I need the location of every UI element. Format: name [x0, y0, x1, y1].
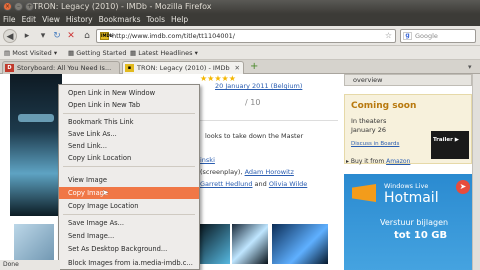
minimize-window-icon[interactable]: – — [14, 2, 23, 11]
window-controls: × – + — [3, 2, 34, 11]
imdb-favicon-icon: IMDb — [100, 32, 113, 40]
photo-thumbnail[interactable] — [232, 224, 268, 264]
menu-open-link-new-window[interactable]: Open Link in New Window — [59, 87, 199, 99]
coming-soon-box: Coming soon In theaters January 26 Discu… — [344, 94, 472, 164]
hotmail-ad[interactable]: Windows Live Hotmail Verstuur bijlagen t… — [344, 174, 472, 270]
ad-product: Hotmail — [384, 190, 439, 206]
menu-set-desktop-background[interactable]: Set As Desktop Background... — [59, 243, 199, 255]
bookmark-getting-started[interactable]: ▦ Getting Started — [68, 46, 126, 60]
writer-link[interactable]: Adam Horowitz — [245, 168, 294, 176]
tab-strip: D Storyboard: All You Need Is... ▪ TRON:… — [0, 60, 480, 74]
writers-line: (screenplay), Adam Horowitz — [200, 168, 294, 176]
bookmark-most-visited[interactable]: ▤ Most Visited ▾ — [4, 46, 57, 60]
tab-list-icon[interactable]: ▾ — [468, 61, 472, 74]
rss-icon: ▦ — [130, 49, 139, 57]
tab-label: Storyboard: All You Need Is... — [17, 64, 112, 72]
buy-line: ▸ Buy it from Amazon — [346, 158, 411, 165]
reload-icon[interactable]: ↻ — [50, 29, 64, 43]
play-icon: ▶ — [454, 137, 459, 143]
menu-bookmarks[interactable]: Bookmarks — [99, 14, 141, 26]
bookmarks-toolbar: ▤ Most Visited ▾ ▦ Getting Started ▦ Lat… — [0, 46, 480, 60]
menu-file[interactable]: File — [3, 14, 16, 26]
coming-soon-date: January 26 — [351, 126, 386, 134]
director-line: inski — [200, 156, 215, 164]
dropdown-history-icon[interactable]: ▾ — [36, 29, 50, 43]
menu-block-images[interactable]: Block Images from ia.media-imdb.c... — [59, 257, 199, 269]
photo-thumbnail[interactable] — [272, 224, 328, 264]
menu-view[interactable]: View — [42, 14, 60, 26]
menu-history[interactable]: History — [66, 14, 93, 26]
imdb-tab-icon: ▪ — [125, 64, 134, 72]
ad-arrow-icon[interactable]: ➤ — [456, 180, 470, 194]
menu-separator — [63, 166, 195, 167]
coming-soon-line1: In theaters — [351, 117, 387, 125]
tab-label: TRON: Legacy (2010) - IMDb — [137, 64, 230, 72]
context-menu: Open Link in New Window Open Link in New… — [58, 84, 200, 270]
close-tab-icon[interactable]: ✕ — [235, 62, 240, 74]
vertical-scrollbar[interactable] — [472, 74, 480, 270]
stars-line: Garrett Hedlund and Olivia Wilde — [200, 180, 308, 188]
overview-dropdown[interactable]: overview — [344, 74, 472, 86]
release-date-link[interactable]: 20 January 2011 (Belgium) — [215, 82, 302, 90]
forward-button[interactable]: ▸ — [20, 29, 34, 43]
ad-line2: tot 10 GB — [394, 230, 448, 241]
window-title: TRON: Legacy (2010) - IMDb - Mozilla Fir… — [33, 2, 212, 11]
tab-storyboard[interactable]: D Storyboard: All You Need Is... — [2, 61, 120, 74]
close-window-icon[interactable]: × — [3, 2, 12, 11]
photo-thumbnail[interactable] — [200, 224, 230, 264]
discuss-link[interactable]: Discuss in Boards — [351, 141, 399, 147]
menu-view-image[interactable]: View Image — [59, 174, 199, 186]
site-favicon-icon: D — [5, 64, 14, 72]
menu-open-link-new-tab[interactable]: Open Link in New Tab — [59, 99, 199, 111]
new-tab-icon[interactable]: + — [250, 61, 258, 73]
menu-save-link-as[interactable]: Save Link As... — [59, 128, 199, 140]
google-icon: g — [403, 32, 412, 40]
ad-line1: Verstuur bijlagen — [380, 218, 449, 227]
menu-help[interactable]: Help — [171, 14, 188, 26]
rating-scale: / 10 — [245, 98, 261, 107]
amazon-link[interactable]: Amazon — [386, 158, 410, 165]
plot-text: looks to take down the Master — [205, 132, 304, 140]
bookmark-latest-headlines[interactable]: ▦ Latest Headlines ▾ — [130, 46, 198, 60]
back-button[interactable]: ◀ — [3, 29, 17, 43]
menu-separator — [63, 113, 195, 114]
menu-tools[interactable]: Tools — [147, 14, 165, 26]
mouse-cursor-icon: ➤ — [102, 188, 109, 197]
movie-poster-image[interactable] — [10, 74, 62, 216]
director-link[interactable]: inski — [200, 156, 215, 164]
menu-bookmark-link[interactable]: Bookmark This Link — [59, 116, 199, 128]
menu-copy-image[interactable]: Copy Image — [59, 187, 199, 199]
menu-edit[interactable]: Edit — [22, 14, 37, 26]
page-icon: ▦ — [68, 49, 77, 57]
photo-thumbnail[interactable] — [14, 224, 54, 264]
search-placeholder[interactable]: Google — [415, 30, 438, 42]
tab-tron-legacy[interactable]: ▪ TRON: Legacy (2010) - IMDb ✕ — [122, 61, 244, 74]
folder-icon: ▤ — [4, 49, 13, 57]
url-bar[interactable]: IMDb http://www.imdb.com/title/tt1104001… — [96, 29, 396, 43]
windows-live-logo-icon — [352, 184, 376, 202]
menu-send-link[interactable]: Send Link... — [59, 140, 199, 152]
title-bar: × – + TRON: Legacy (2010) - IMDb - Mozil… — [0, 0, 480, 14]
stop-icon[interactable]: ✕ — [64, 29, 78, 43]
menu-save-image-as[interactable]: Save Image As... — [59, 217, 199, 229]
url-text[interactable]: http://www.imdb.com/title/tt1104001/ — [112, 30, 235, 42]
browser-window: × – + TRON: Legacy (2010) - IMDb - Mozil… — [0, 0, 480, 270]
menu-separator — [63, 214, 195, 215]
menu-bar: File Edit View History Bookmarks Tools H… — [0, 14, 480, 26]
search-input[interactable]: g Google — [400, 29, 476, 43]
coming-soon-title: Coming soon — [351, 101, 417, 111]
right-sidebar: overview Coming soon In theaters January… — [344, 74, 472, 270]
menu-copy-link-location[interactable]: Copy Link Location — [59, 152, 199, 164]
star-link-wilde[interactable]: Olivia Wilde — [269, 180, 307, 188]
star-link-hedlund[interactable]: Garrett Hedlund — [200, 180, 252, 188]
divider — [200, 120, 338, 121]
ad-brand: Windows Live — [384, 182, 429, 190]
menu-send-image[interactable]: Send Image... — [59, 230, 199, 242]
home-icon[interactable]: ⌂ — [80, 29, 94, 43]
status-bar: Done — [0, 260, 60, 270]
bookmark-star-icon[interactable]: ☆ — [385, 30, 392, 42]
menu-copy-image-location[interactable]: Copy Image Location — [59, 200, 199, 212]
navigation-toolbar: ◀ ▸ ▾ ↻ ✕ ⌂ IMDb http://www.imdb.com/tit… — [0, 26, 480, 46]
trailer-thumbnail[interactable]: Trailer ▶ — [431, 131, 469, 159]
